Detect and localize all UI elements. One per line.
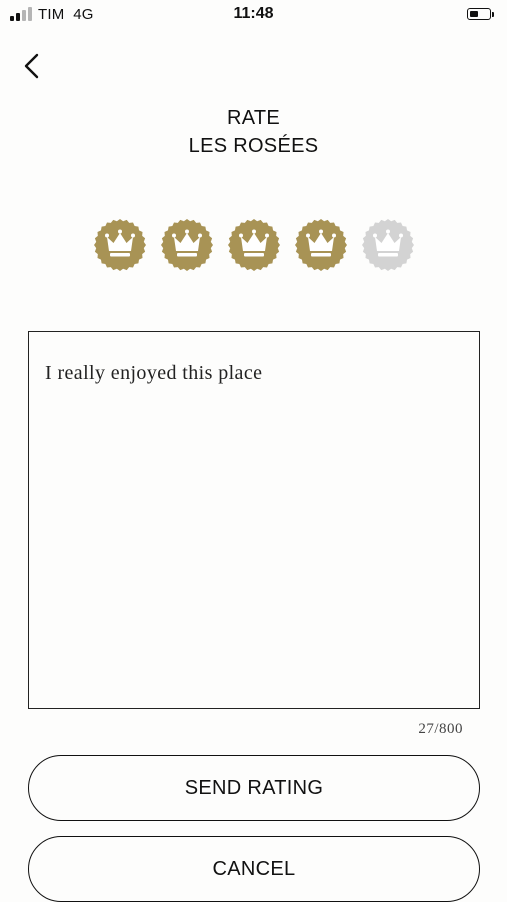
rating-crown-4[interactable] [294,218,348,272]
rating-crown-3[interactable] [227,218,281,272]
status-time: 11:48 [233,5,274,22]
battery-level [470,11,478,17]
crown-seal-icon [362,219,414,271]
rating-crown-1[interactable] [93,218,147,272]
page-title: RATE LES ROSÉES [0,104,507,160]
battery-icon [467,8,491,20]
crown-seal-icon [94,219,146,271]
review-textarea[interactable]: I really enjoyed this place [28,331,480,709]
crown-seal-icon [295,219,347,271]
title-line-venue: LES ROSÉES [188,135,319,157]
cancel-button[interactable]: CANCEL [28,836,480,902]
status-bar: TIM 4G 11:48 [0,0,507,30]
crown-rating[interactable] [93,218,417,274]
crown-seal-icon [228,219,280,271]
send-rating-button[interactable]: SEND RATING [28,755,480,821]
crown-seal-icon [161,219,213,271]
chevron-left-icon [24,53,39,79]
rating-crown-2[interactable] [160,218,214,272]
character-counter: 27/800 [418,721,463,737]
back-button[interactable] [16,50,50,84]
battery-tip [492,12,494,17]
rating-crown-5[interactable] [361,218,415,272]
title-line-rate: RATE [226,107,281,129]
review-text[interactable]: I really enjoyed this place [45,362,463,385]
